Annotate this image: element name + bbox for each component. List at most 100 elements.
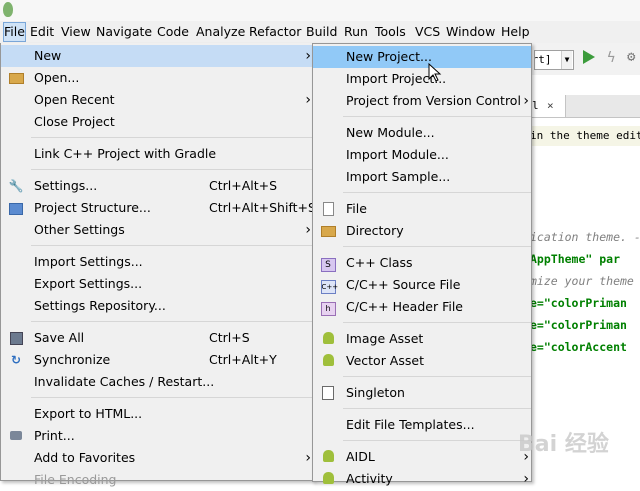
new-item-project-from-version-control[interactable]: Project from Version Control › [313,90,531,112]
editor-tab[interactable]: l × [530,95,566,117]
menu-item-label: C/C++ Header File [346,299,463,314]
menu-separator [343,116,531,117]
new-item-c++-class[interactable]: S C++ Class [313,252,531,274]
new-item-edit-file-templates[interactable]: Edit File Templates... [313,414,531,436]
menu-tools[interactable]: Tools [375,23,406,41]
menu-item-shortcut: Ctrl+S [209,330,250,345]
menu-refactor[interactable]: Refactor [249,23,301,41]
menu-separator [343,192,531,193]
menu-item-label: Settings... [34,178,98,193]
mouse-cursor-icon [428,63,442,82]
sync-icon: ↻ [10,353,22,367]
menu-separator [31,245,313,246]
close-icon[interactable]: × [547,95,554,117]
menu-item-label: C/C++ Source File [346,277,461,292]
new-item-vector-asset[interactable]: Vector Asset [313,350,531,372]
new-item-new-project[interactable]: New Project... [313,46,531,68]
menu-item-label: Close Project [34,114,115,129]
code-line: mize your theme [530,274,634,288]
new-item-c-c++-source-file[interactable]: C++ C/C++ Source File [313,274,531,296]
new-item-import-module[interactable]: Import Module... [313,144,531,166]
menu-item-label: Synchronize [34,352,111,367]
code-line: e="colorPriman [530,296,627,310]
menu-item-label: New Project... [346,49,432,64]
new-item-aidl[interactable]: AIDL › [313,446,531,468]
menu-item-label: Singleton [346,385,405,400]
folder-icon [8,71,24,85]
menu-item-label: AIDL [346,449,375,464]
file-item-open[interactable]: Open... [1,67,313,89]
menu-item-label: Activity [346,471,393,486]
new-item-new-module[interactable]: New Module... [313,122,531,144]
file-menu: New › Open... Open Recent › Close Project Link… [0,43,316,487]
chevron-right-icon: › [305,92,311,108]
menu-analyze[interactable]: Analyze [196,23,245,41]
menu-item-label: C++ Class [346,255,413,270]
editor-tab-label: l [532,99,539,112]
menu-help[interactable]: Help [501,23,530,41]
file-item-close-project[interactable]: Close Project [1,111,313,133]
menu-item-label: Add to Favorites [34,450,136,465]
file-item-other-settings[interactable]: Other Settings › [1,219,313,241]
file-item-settings[interactable]: 🔧 Settings... Ctrl+Alt+S [1,175,313,197]
new-item-import-sample[interactable]: Import Sample... [313,166,531,188]
menu-view[interactable]: View [61,23,91,41]
new-item-c-c++-header-file[interactable]: h C/C++ Header File [313,296,531,318]
new-item-image-asset[interactable]: Image Asset [313,328,531,350]
file-item-add-to-favorites[interactable]: Add to Favorites › [1,447,313,469]
file-item-invalidate-caches-restart[interactable]: Invalidate Caches / Restart... [1,371,313,393]
cpp-header-icon: h [320,300,336,316]
new-item-directory[interactable]: Directory [313,220,531,242]
new-submenu: New Project... Import Project... Project f… [312,43,532,487]
menu-item-shortcut: Ctrl+Alt+S [209,178,278,193]
menu-code[interactable]: Code [157,23,189,41]
android-icon [320,354,336,368]
menu-item-label: New Module... [346,125,435,140]
menu-item-label: New [34,48,62,63]
new-item-activity[interactable]: Activity › [313,468,531,490]
menu-separator [343,376,531,377]
menu-item-label: Import Sample... [346,169,451,184]
file-item-export-to-html[interactable]: Export to HTML... [1,403,313,425]
file-item-open-recent[interactable]: Open Recent › [1,89,313,111]
debug-icon[interactable]: ⚙ [627,49,635,65]
menu-run[interactable]: Run [344,23,368,41]
cpp-class-icon: S [320,256,336,272]
file-item-settings-repository[interactable]: Settings Repository... [1,295,313,317]
file-item-import-settings[interactable]: Import Settings... [1,251,313,273]
editor-area: ort] ▼ ϟ ⚙ l × in the theme edito icatio… [530,43,640,480]
menu-item-label: Export to HTML... [34,406,143,421]
chevron-right-icon: › [523,471,529,487]
run-icon[interactable] [583,50,595,64]
menu-separator [31,397,313,398]
file-item-synchronize[interactable]: ↻ Synchronize Ctrl+Alt+Y [1,349,313,371]
project-structure-icon [8,201,24,215]
menu-build[interactable]: Build [306,23,337,41]
file-item-link-c++-project-with-gradle[interactable]: Link C++ Project with Gradle [1,143,313,165]
file-item-new[interactable]: New › [1,45,313,67]
menu-edit[interactable]: Edit [30,23,54,41]
android-studio-logo-icon [3,2,13,17]
chevron-right-icon: › [305,222,311,238]
menu-item-label: Directory [346,223,404,238]
new-item-singleton[interactable]: Singleton [313,382,531,404]
menu-window[interactable]: Window [446,23,495,41]
print-icon [8,429,24,443]
menu-file[interactable]: File [3,22,26,42]
menu-item-label: Vector Asset [346,353,424,368]
menu-vcs[interactable]: VCS [415,23,440,41]
menu-separator [343,408,531,409]
singleton-icon [320,386,336,400]
file-item-print[interactable]: Print... [1,425,313,447]
apply-changes-icon[interactable]: ϟ [607,50,615,66]
run-config-select[interactable]: ort] ▼ [534,50,574,70]
new-item-file[interactable]: File [313,198,531,220]
menu-item-label: Image Asset [346,331,424,346]
menu-navigate[interactable]: Navigate [96,23,152,41]
file-item-save-all[interactable]: Save All Ctrl+S [1,327,313,349]
new-item-import-project[interactable]: Import Project... [313,68,531,90]
file-item-export-settings[interactable]: Export Settings... [1,273,313,295]
android-icon [320,332,336,346]
menu-separator [343,440,531,441]
file-item-project-structure[interactable]: Project Structure... Ctrl+Alt+Shift+S [1,197,316,219]
